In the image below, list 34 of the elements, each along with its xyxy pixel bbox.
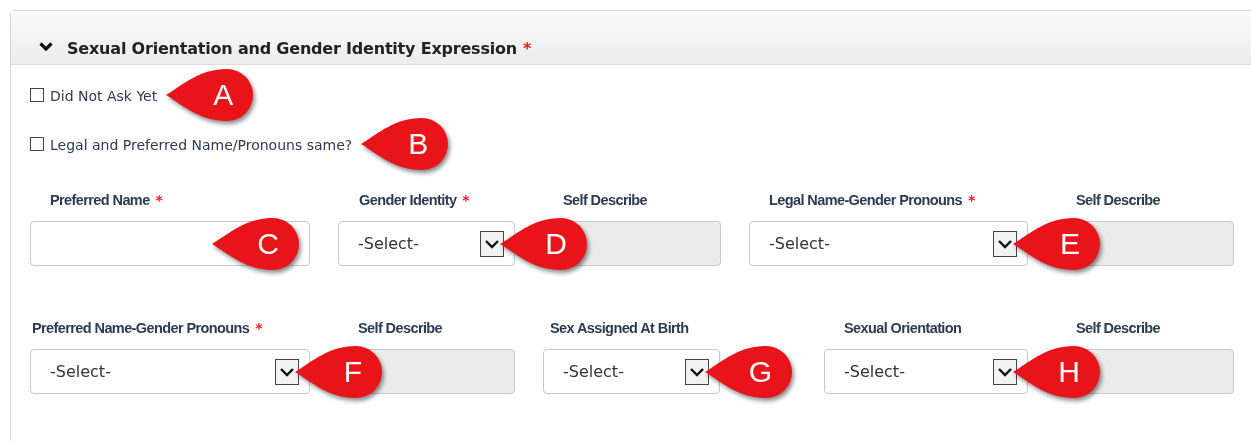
select-dropdown[interactable]: -Select-	[338, 221, 515, 266]
checkbox[interactable]	[30, 137, 44, 151]
callout-tooltip: E	[1013, 216, 1101, 271]
field-label: Self Describe	[1076, 191, 1161, 210]
field-label: Sex Assigned At Birth	[550, 319, 689, 338]
section-header[interactable]: Sexual Orientation and Gender Identity Expression *	[11, 11, 1251, 65]
required-asterisk: *	[523, 39, 532, 58]
checkbox-label: Legal and Preferred Name/Pronouns same?	[50, 136, 353, 153]
field-label: Preferred Name-Gender Pronouns	[32, 319, 250, 338]
field-label: Self Describe	[1076, 319, 1161, 338]
callout-tooltip: G	[705, 344, 793, 399]
required-asterisk: *	[968, 191, 976, 210]
callout-tooltip: H	[1013, 344, 1101, 399]
field-label: Self Describe	[358, 319, 443, 338]
field-label: Gender Identity	[359, 191, 457, 210]
required-asterisk: *	[462, 191, 470, 210]
callout-tooltip: C	[212, 216, 300, 271]
required-asterisk: *	[155, 191, 163, 210]
callout-tooltip: D	[500, 216, 588, 271]
select-dropdown[interactable]: -Select-	[30, 349, 310, 394]
section-title: Sexual Orientation and Gender Identity Expression	[67, 39, 518, 58]
callout-tooltip: B	[361, 117, 450, 171]
select-dropdown[interactable]: -Select-	[824, 349, 1028, 394]
field-label: Preferred Name	[50, 191, 150, 210]
field-label: Self Describe	[563, 191, 648, 210]
field-label: Legal Name-Gender Pronouns	[769, 191, 963, 210]
select-dropdown[interactable]: -Select-	[749, 221, 1028, 266]
callout-tooltip: F	[295, 344, 383, 399]
field-label: Sexual Orientation	[844, 319, 962, 338]
callout-tooltip: A	[166, 68, 255, 122]
checkbox-label: Did Not Ask Yet	[50, 87, 158, 104]
select-dropdown[interactable]: -Select-	[543, 349, 720, 394]
checkbox[interactable]	[30, 88, 44, 102]
required-asterisk: *	[255, 319, 263, 338]
